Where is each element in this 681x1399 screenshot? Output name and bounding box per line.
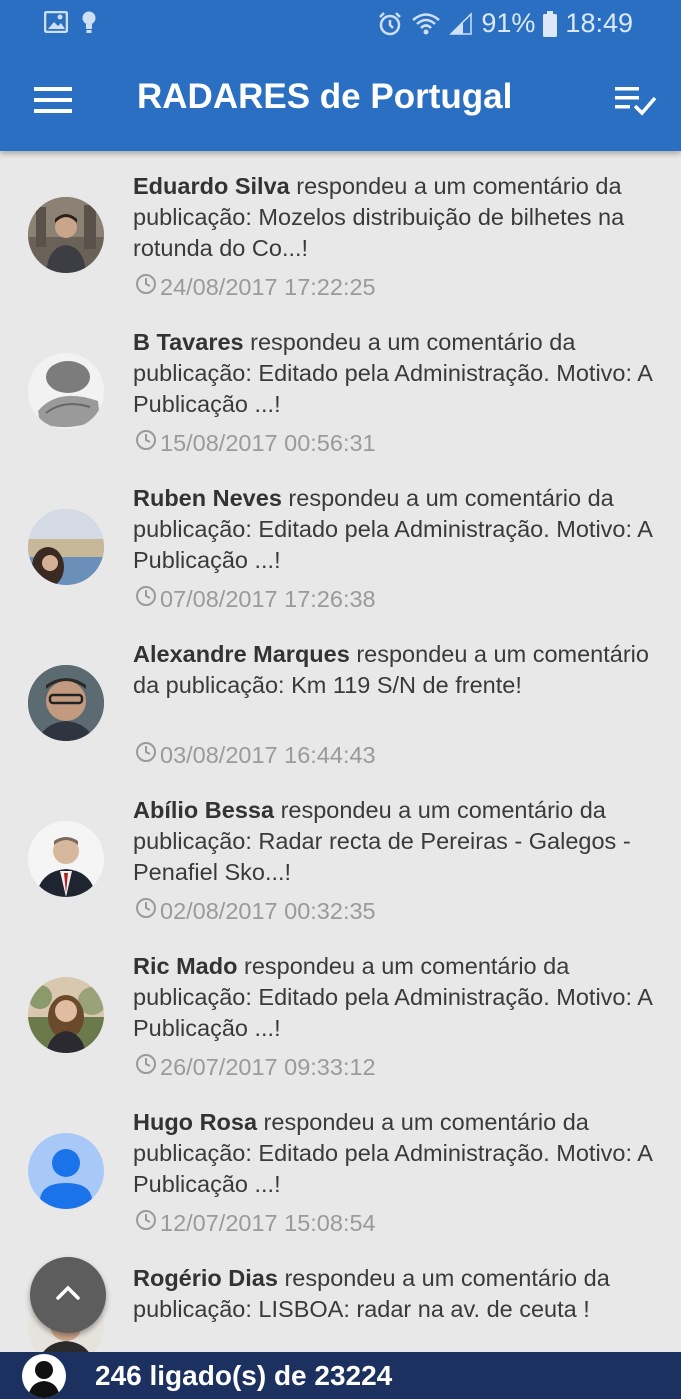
status-bar: 91% 18:49	[0, 0, 681, 48]
user-name: Hugo Rosa	[133, 1109, 258, 1135]
avatar	[28, 197, 104, 273]
battery-percent: 91%	[481, 8, 536, 38]
default-avatar-icon	[28, 1133, 104, 1209]
online-count: 246 ligado(s) de 23224	[95, 1360, 393, 1391]
user-name: B Tavares	[133, 329, 244, 355]
battery-icon	[543, 10, 558, 37]
list-item[interactable]: Hugo Rosa respondeu a um comentário da p…	[0, 1087, 681, 1243]
clock-time: 18:49	[565, 8, 633, 38]
chevron-up-icon	[55, 1285, 81, 1306]
timestamp-text: 15/08/2017 00:56:31	[160, 429, 376, 456]
user-name: Ric Mado	[133, 953, 238, 979]
list-item[interactable]: Ric Mado respondeu a um comentário da pu…	[0, 931, 681, 1087]
menu-icon[interactable]	[34, 85, 72, 115]
wifi-icon	[411, 12, 441, 36]
list-item[interactable]: Eduardo Silva respondeu a um comentário …	[0, 151, 681, 307]
timestamp: 07/08/2017 17:26:38	[135, 585, 376, 613]
page-title: RADARES de Portugal	[137, 77, 513, 116]
timestamp: 03/08/2017 16:44:43	[135, 741, 376, 769]
user-silhouette-icon	[22, 1354, 66, 1398]
clock-icon	[135, 741, 157, 769]
timestamp: 26/07/2017 09:33:12	[135, 1053, 376, 1081]
mark-all-read-icon[interactable]	[615, 84, 657, 116]
list-item[interactable]: Alexandre Marques respondeu a um comentá…	[0, 619, 681, 775]
user-name: Eduardo Silva	[133, 173, 290, 199]
timestamp-text: 02/08/2017 00:32:35	[160, 897, 376, 924]
toolbar: RADARES de Portugal	[0, 48, 681, 151]
online-users-bar: 246 ligado(s) de 23224	[0, 1352, 681, 1399]
clock-icon	[135, 273, 157, 301]
avatar	[28, 977, 104, 1053]
scroll-to-top-button[interactable]	[30, 1257, 106, 1333]
timestamp-text: 07/08/2017 17:26:38	[160, 585, 376, 612]
timestamp-text: 03/08/2017 16:44:43	[160, 741, 376, 768]
user-name: Rogério Dias	[133, 1265, 278, 1291]
list-item[interactable]: Ruben Neves respondeu a um comentário da…	[0, 463, 681, 619]
user-name: Alexandre Marques	[133, 641, 350, 667]
avatar	[28, 509, 104, 585]
timestamp: 02/08/2017 00:32:35	[135, 897, 376, 925]
gallery-notification-icon	[44, 11, 68, 33]
bulb-notification-icon	[80, 10, 98, 34]
list-item[interactable]: B Tavares respondeu a um comentário da p…	[0, 307, 681, 463]
clock-icon	[135, 1209, 157, 1237]
clock-icon	[135, 429, 157, 457]
alarm-icon	[377, 11, 403, 37]
timestamp: 15/08/2017 00:56:31	[135, 429, 376, 457]
timestamp-text: 26/07/2017 09:33:12	[160, 1053, 376, 1080]
avatar	[28, 821, 104, 897]
user-name: Abílio Bessa	[133, 797, 275, 823]
avatar	[28, 665, 104, 741]
notification-text: Alexandre Marques respondeu a um comentá…	[133, 639, 653, 701]
timestamp: 24/08/2017 17:22:25	[135, 273, 376, 301]
signal-icon	[449, 11, 473, 36]
avatar	[28, 353, 104, 429]
notification-text: Hugo Rosa respondeu a um comentário da p…	[133, 1107, 653, 1200]
notification-text: Eduardo Silva respondeu a um comentário …	[133, 171, 653, 264]
app-bar: 91% 18:49 RADARES de Portugal	[0, 0, 681, 151]
list-item[interactable]: Abílio Bessa respondeu a um comentário d…	[0, 775, 681, 931]
notification-text: Abílio Bessa respondeu a um comentário d…	[133, 795, 653, 888]
notification-text: Ruben Neves respondeu a um comentário da…	[133, 483, 653, 576]
notification-text: B Tavares respondeu a um comentário da p…	[133, 327, 653, 420]
user-name: Ruben Neves	[133, 485, 282, 511]
timestamp: 12/07/2017 15:08:54	[135, 1209, 376, 1237]
notification-text: Ric Mado respondeu a um comentário da pu…	[133, 951, 653, 1044]
timestamp-text: 24/08/2017 17:22:25	[160, 273, 376, 300]
clock-icon	[135, 1053, 157, 1081]
timestamp-text: 12/07/2017 15:08:54	[160, 1209, 376, 1236]
clock-icon	[135, 585, 157, 613]
notification-text: Rogério Dias respondeu a um comentário d…	[133, 1263, 653, 1325]
notification-list[interactable]: Eduardo Silva respondeu a um comentário …	[0, 151, 681, 1352]
clock-icon	[135, 897, 157, 925]
